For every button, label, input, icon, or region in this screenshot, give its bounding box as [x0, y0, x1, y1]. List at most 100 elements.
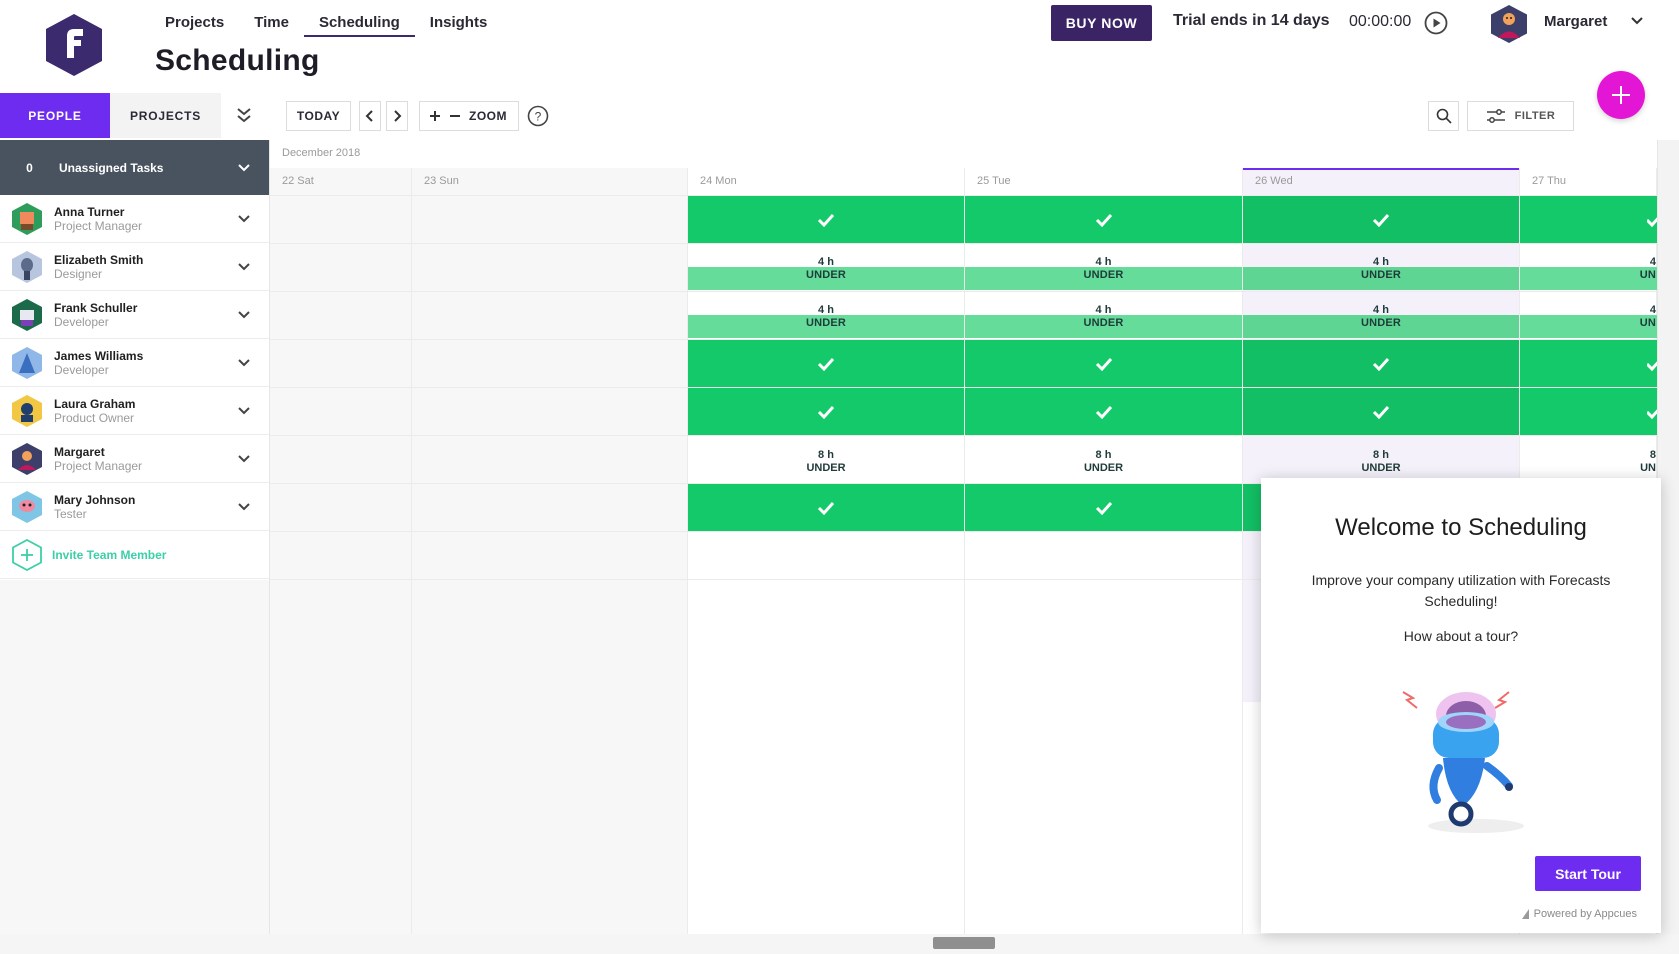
allocation-cell[interactable]: 4 h UNDER: [688, 244, 964, 291]
allocation-cell[interactable]: [1243, 196, 1519, 243]
previous-button[interactable]: [359, 101, 381, 131]
person-row[interactable]: Frank Schuller Developer: [0, 291, 269, 339]
nav-scheduling[interactable]: Scheduling: [303, 10, 415, 37]
allocation-cell[interactable]: [965, 388, 1242, 435]
nav-projects[interactable]: Projects: [150, 10, 239, 37]
next-button[interactable]: [386, 101, 408, 131]
hours-label: 4 h: [1373, 304, 1389, 316]
day-header: 22 Sat: [270, 168, 411, 196]
allocation-cell[interactable]: [1520, 388, 1657, 435]
allocation-cell[interactable]: [1243, 388, 1519, 435]
allocation-cell[interactable]: 4 h UNDER: [965, 244, 1242, 291]
chevron-down-icon[interactable]: [237, 358, 251, 368]
allocation-cell[interactable]: [1520, 340, 1657, 387]
filter-button[interactable]: FILTER: [1467, 101, 1574, 131]
allocation-cell[interactable]: 4 h UNDER: [1243, 292, 1519, 339]
allocation-cell[interactable]: [688, 340, 964, 387]
chevron-down-icon[interactable]: [237, 163, 251, 173]
person-role: Project Manager: [54, 458, 143, 473]
person-role: Designer: [54, 266, 103, 281]
search-icon: [1436, 108, 1452, 124]
allocation-cell[interactable]: [688, 196, 964, 243]
buy-now-button[interactable]: BUY NOW: [1051, 5, 1152, 41]
help-icon[interactable]: ?: [527, 105, 549, 127]
unassigned-count: 0: [26, 160, 33, 175]
person-role: Developer: [54, 314, 109, 329]
allocation-cell[interactable]: [965, 340, 1242, 387]
person-row[interactable]: James Williams Developer: [0, 339, 269, 387]
start-tour-button[interactable]: Start Tour: [1535, 856, 1641, 891]
add-button[interactable]: [1597, 71, 1645, 119]
powered-by-appcues[interactable]: Powered by Appcues: [1521, 908, 1637, 920]
chevron-down-icon[interactable]: [237, 502, 251, 512]
chevron-down-icon[interactable]: [237, 454, 251, 464]
chevron-down-icon[interactable]: [237, 406, 251, 416]
chevron-down-icon[interactable]: [1630, 16, 1644, 26]
check-icon: [1095, 357, 1112, 371]
person-row[interactable]: Margaret Project Manager: [0, 435, 269, 483]
invite-label: Invite Team Member: [52, 547, 167, 562]
allocation-cell[interactable]: [965, 196, 1242, 243]
tab-people[interactable]: PEOPLE: [0, 93, 110, 138]
person-role: Project Manager: [54, 218, 143, 233]
person-name: Margaret: [54, 444, 105, 459]
nav-insights[interactable]: Insights: [415, 10, 503, 37]
allocation-cell[interactable]: 4 h UNDER: [965, 292, 1242, 339]
modal-title: Welcome to Scheduling: [1335, 514, 1587, 541]
horizontal-scrollbar[interactable]: [0, 934, 1679, 954]
status-label: UN: [1640, 462, 1656, 474]
invite-team-member-button[interactable]: Invite Team Member: [0, 531, 269, 579]
horizontal-scrollbar-thumb[interactable]: [933, 937, 995, 949]
day-column: 22 Sat: [270, 168, 412, 934]
chevron-down-icon[interactable]: [237, 214, 251, 224]
allocation-cell[interactable]: 8 h UNDER: [965, 436, 1242, 483]
zoom-out-icon[interactable]: [449, 110, 461, 122]
avatar: [12, 394, 42, 427]
person-name: Elizabeth Smith: [54, 252, 144, 267]
tab-projects[interactable]: PROJECTS: [110, 93, 221, 138]
person-row[interactable]: Mary Johnson Tester: [0, 483, 269, 531]
allocation-cell[interactable]: 8 UN: [1520, 436, 1657, 483]
status-label: UNDER: [1083, 462, 1124, 474]
hours-label: 8: [1649, 449, 1656, 461]
hours-label: 8 h: [1095, 449, 1112, 461]
chevron-down-icon[interactable]: [237, 310, 251, 320]
person-row[interactable]: Elizabeth Smith Designer: [0, 243, 269, 291]
allocation-cell[interactable]: [965, 484, 1242, 531]
allocation-cell[interactable]: 8 h UNDER: [688, 436, 964, 483]
user-avatar[interactable]: [1491, 5, 1527, 43]
hours-label: 4 h: [1095, 304, 1112, 316]
nav-time[interactable]: Time: [239, 10, 304, 37]
status-label: UNDER: [805, 269, 847, 281]
today-button[interactable]: TODAY: [286, 101, 351, 131]
avatar: [12, 298, 42, 331]
person-row[interactable]: Laura Graham Product Owner: [0, 387, 269, 435]
unassigned-tasks-row[interactable]: 0 Unassigned Tasks: [0, 140, 269, 195]
chevron-down-icon[interactable]: [237, 262, 251, 272]
allocation-cell[interactable]: 4 UN: [1520, 292, 1657, 339]
check-icon: [1372, 405, 1390, 419]
allocation-cell[interactable]: [1520, 196, 1657, 243]
search-button[interactable]: [1428, 101, 1459, 131]
allocation-cell[interactable]: 4 UN: [1520, 244, 1657, 291]
top-navigation: Projects Time Scheduling Insights: [150, 10, 502, 38]
allocation-cell[interactable]: 4 h UNDER: [688, 292, 964, 339]
powered-by-label: Powered by Appcues: [1533, 908, 1637, 920]
allocation-cell[interactable]: [688, 388, 964, 435]
status-label: UNDER: [806, 462, 846, 474]
zoom-in-icon[interactable]: [429, 110, 441, 122]
user-name[interactable]: Margaret: [1544, 13, 1607, 30]
allocation-cell[interactable]: 4 h UNDER: [1243, 244, 1519, 291]
check-icon: [1647, 360, 1657, 371]
forecast-logo-icon[interactable]: [46, 14, 102, 76]
hours-label: 8 h: [1373, 449, 1389, 461]
allocation-cell[interactable]: 8 h UNDER: [1243, 436, 1519, 483]
day-header: 25 Tue: [965, 168, 1242, 196]
day-column: 23 Sun: [412, 168, 688, 934]
play-timer-icon[interactable]: [1424, 11, 1448, 35]
chevron-right-icon: [394, 110, 402, 122]
allocation-cell[interactable]: [1243, 340, 1519, 387]
double-chevron-down-icon[interactable]: [236, 106, 252, 124]
allocation-cell[interactable]: [688, 484, 964, 531]
person-row[interactable]: Anna Turner Project Manager: [0, 195, 269, 243]
